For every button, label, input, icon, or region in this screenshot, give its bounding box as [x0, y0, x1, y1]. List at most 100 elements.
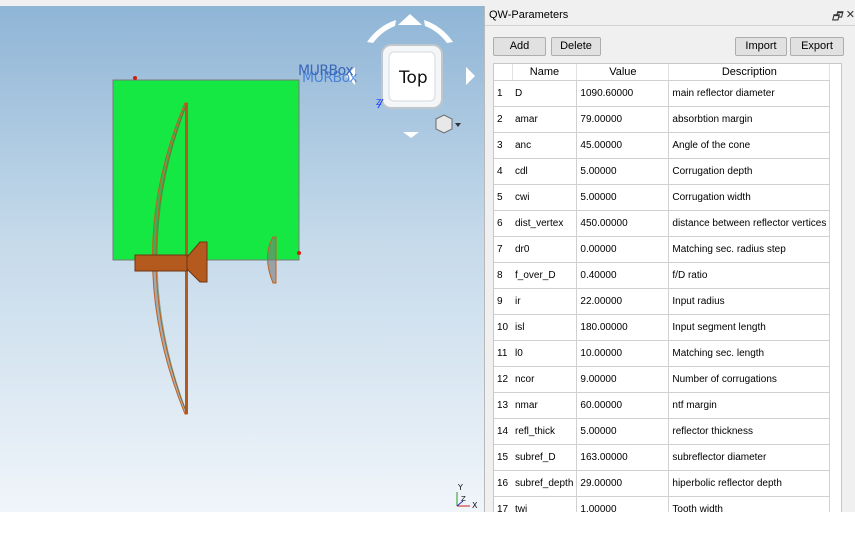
table-row[interactable]: 7 dr0 0.00000 Matching sec. radius step	[494, 236, 831, 263]
parameter-value[interactable]: 10.00000	[576, 340, 670, 367]
table-row[interactable]: 5 cwi 5.00000 Corrugation width	[494, 184, 831, 211]
row-index: 10	[494, 314, 512, 341]
parameter-value[interactable]: 163.00000	[576, 444, 670, 471]
row-index: 1	[494, 80, 512, 107]
view-cube-menu-icon[interactable]	[435, 114, 453, 134]
parameter-description[interactable]: absorbtion margin	[668, 106, 831, 133]
parameter-name[interactable]: l0	[512, 340, 578, 367]
parameter-name[interactable]: dist_vertex	[512, 210, 578, 237]
bottom-area	[0, 512, 855, 554]
parameter-description[interactable]: subreflector diameter	[668, 444, 831, 471]
parameter-name[interactable]: anc	[512, 132, 578, 159]
table-row[interactable]: 2 amar 79.00000 absorbtion margin	[494, 106, 831, 133]
export-button[interactable]: Export	[790, 37, 844, 56]
parameters-grid: Name Value Description 1 D 1090.60000 main …	[494, 64, 831, 513]
row-index: 9	[494, 288, 512, 315]
parameter-name[interactable]: ncor	[512, 366, 578, 393]
panel-title: QW-Parameters	[489, 9, 569, 21]
parameter-value[interactable]: 450.00000	[576, 210, 670, 237]
table-row[interactable]: 4 cdl 5.00000 Corrugation depth	[494, 158, 831, 185]
row-index: 3	[494, 132, 512, 159]
parameter-value[interactable]: 60.00000	[576, 392, 670, 419]
table-row[interactable]: 8 f_over_D 0.40000 f/D ratio	[494, 262, 831, 289]
parameter-description[interactable]: Number of corrugations	[668, 366, 831, 393]
parameter-name[interactable]: amar	[512, 106, 578, 133]
table-row[interactable]: 16 subref_depth 29.00000 hiperbolic reflect…	[494, 470, 831, 497]
table-row[interactable]: 15 subref_D 163.00000 subreflector diameter	[494, 444, 831, 471]
column-header-value[interactable]: Value	[576, 64, 670, 81]
parameter-description[interactable]: Corrugation depth	[668, 158, 831, 185]
column-header-name[interactable]: Name	[512, 64, 578, 81]
parameter-name[interactable]: refl_thick	[512, 418, 578, 445]
table-row[interactable]: 10 isl 180.00000 Input segment length	[494, 314, 831, 341]
cube-axis-z-label: Z	[376, 98, 382, 107]
parameters-table[interactable]: Name Value Description 1 D 1090.60000 main …	[493, 63, 842, 514]
parameter-name[interactable]: isl	[512, 314, 578, 341]
parameter-value[interactable]: 22.00000	[576, 288, 670, 315]
parameter-name[interactable]: cdl	[512, 158, 578, 185]
parameter-value[interactable]: 5.00000	[576, 158, 670, 185]
rotate-cw-arrow-icon[interactable]	[424, 20, 453, 43]
table-row[interactable]: 6 dist_vertex 450.00000 distance between re…	[494, 210, 831, 237]
triad-z-label: Z	[461, 495, 466, 503]
parameter-value[interactable]: 1090.60000	[576, 80, 670, 107]
table-row[interactable]: 1 D 1090.60000 main reflector diameter	[494, 80, 831, 107]
parameter-description[interactable]: distance between reflector vertices	[668, 210, 831, 237]
chevron-down-icon[interactable]	[455, 123, 461, 127]
murbox-volume[interactable]	[112, 79, 300, 261]
parameter-value[interactable]: 45.00000	[576, 132, 670, 159]
parameter-value[interactable]: 5.00000	[576, 184, 670, 211]
table-row[interactable]: 11 l0 10.00000 Matching sec. length	[494, 340, 831, 367]
rotate-right-arrow-icon[interactable]	[466, 67, 475, 85]
parameter-description[interactable]: main reflector diameter	[668, 80, 831, 107]
row-index: 16	[494, 470, 512, 497]
table-row[interactable]: 3 anc 45.00000 Angle of the cone	[494, 132, 831, 159]
parameter-description[interactable]: Matching sec. length	[668, 340, 831, 367]
parameter-name[interactable]: f_over_D	[512, 262, 578, 289]
close-icon[interactable]: ✕	[846, 8, 855, 21]
parameter-value[interactable]: 79.00000	[576, 106, 670, 133]
table-row[interactable]: 14 refl_thick 5.00000 reflector thickness	[494, 418, 831, 445]
rotate-down-arrow-icon[interactable]	[403, 132, 419, 138]
column-header-description[interactable]: Description	[668, 64, 831, 81]
panel-title-bar[interactable]: QW-Parameters 🗗 ✕	[485, 6, 855, 26]
rotate-ccw-arrow-icon[interactable]	[367, 20, 396, 43]
row-index: 5	[494, 184, 512, 211]
parameter-value[interactable]: 5.00000	[576, 418, 670, 445]
nav-cube-label[interactable]: Top	[399, 68, 428, 88]
parameter-value[interactable]: 0.40000	[576, 262, 670, 289]
parameter-description[interactable]: Matching sec. radius step	[668, 236, 831, 263]
3d-viewport[interactable]: Top Z MURBox MURBox Y X Z	[0, 6, 484, 512]
add-button[interactable]: Add	[493, 37, 546, 56]
table-row[interactable]: 13 nmar 60.00000 ntf margin	[494, 392, 831, 419]
parameter-name[interactable]: dr0	[512, 236, 578, 263]
parameter-value[interactable]: 9.00000	[576, 366, 670, 393]
parameter-description[interactable]: Input segment length	[668, 314, 831, 341]
row-index: 14	[494, 418, 512, 445]
row-index: 8	[494, 262, 512, 289]
delete-button[interactable]: Delete	[551, 37, 601, 56]
parameter-name[interactable]: subref_depth	[512, 470, 578, 497]
parameter-value[interactable]: 180.00000	[576, 314, 670, 341]
parameter-name[interactable]: cwi	[512, 184, 578, 211]
parameter-name[interactable]: subref_D	[512, 444, 578, 471]
parameter-description[interactable]: reflector thickness	[668, 418, 831, 445]
rotate-up-arrow-icon[interactable]	[398, 14, 422, 25]
parameter-name[interactable]: nmar	[512, 392, 578, 419]
parameter-value[interactable]: 29.00000	[576, 470, 670, 497]
parameter-name[interactable]: ir	[512, 288, 578, 315]
import-button[interactable]: Import	[735, 37, 787, 56]
parameter-description[interactable]: Corrugation width	[668, 184, 831, 211]
parameter-name[interactable]: D	[512, 80, 578, 107]
parameter-description[interactable]: f/D ratio	[668, 262, 831, 289]
parameter-description[interactable]: hiperbolic reflector depth	[668, 470, 831, 497]
parameter-value[interactable]: 0.00000	[576, 236, 670, 263]
parameter-description[interactable]: Angle of the cone	[668, 132, 831, 159]
feed-waveguide[interactable]	[134, 254, 188, 272]
parameter-description[interactable]: ntf margin	[668, 392, 831, 419]
murbox-marker	[133, 76, 137, 80]
table-row[interactable]: 12 ncor 9.00000 Number of corrugations	[494, 366, 831, 393]
float-panel-icon[interactable]: 🗗	[832, 8, 842, 27]
table-row[interactable]: 9 ir 22.00000 Input radius	[494, 288, 831, 315]
parameter-description[interactable]: Input radius	[668, 288, 831, 315]
